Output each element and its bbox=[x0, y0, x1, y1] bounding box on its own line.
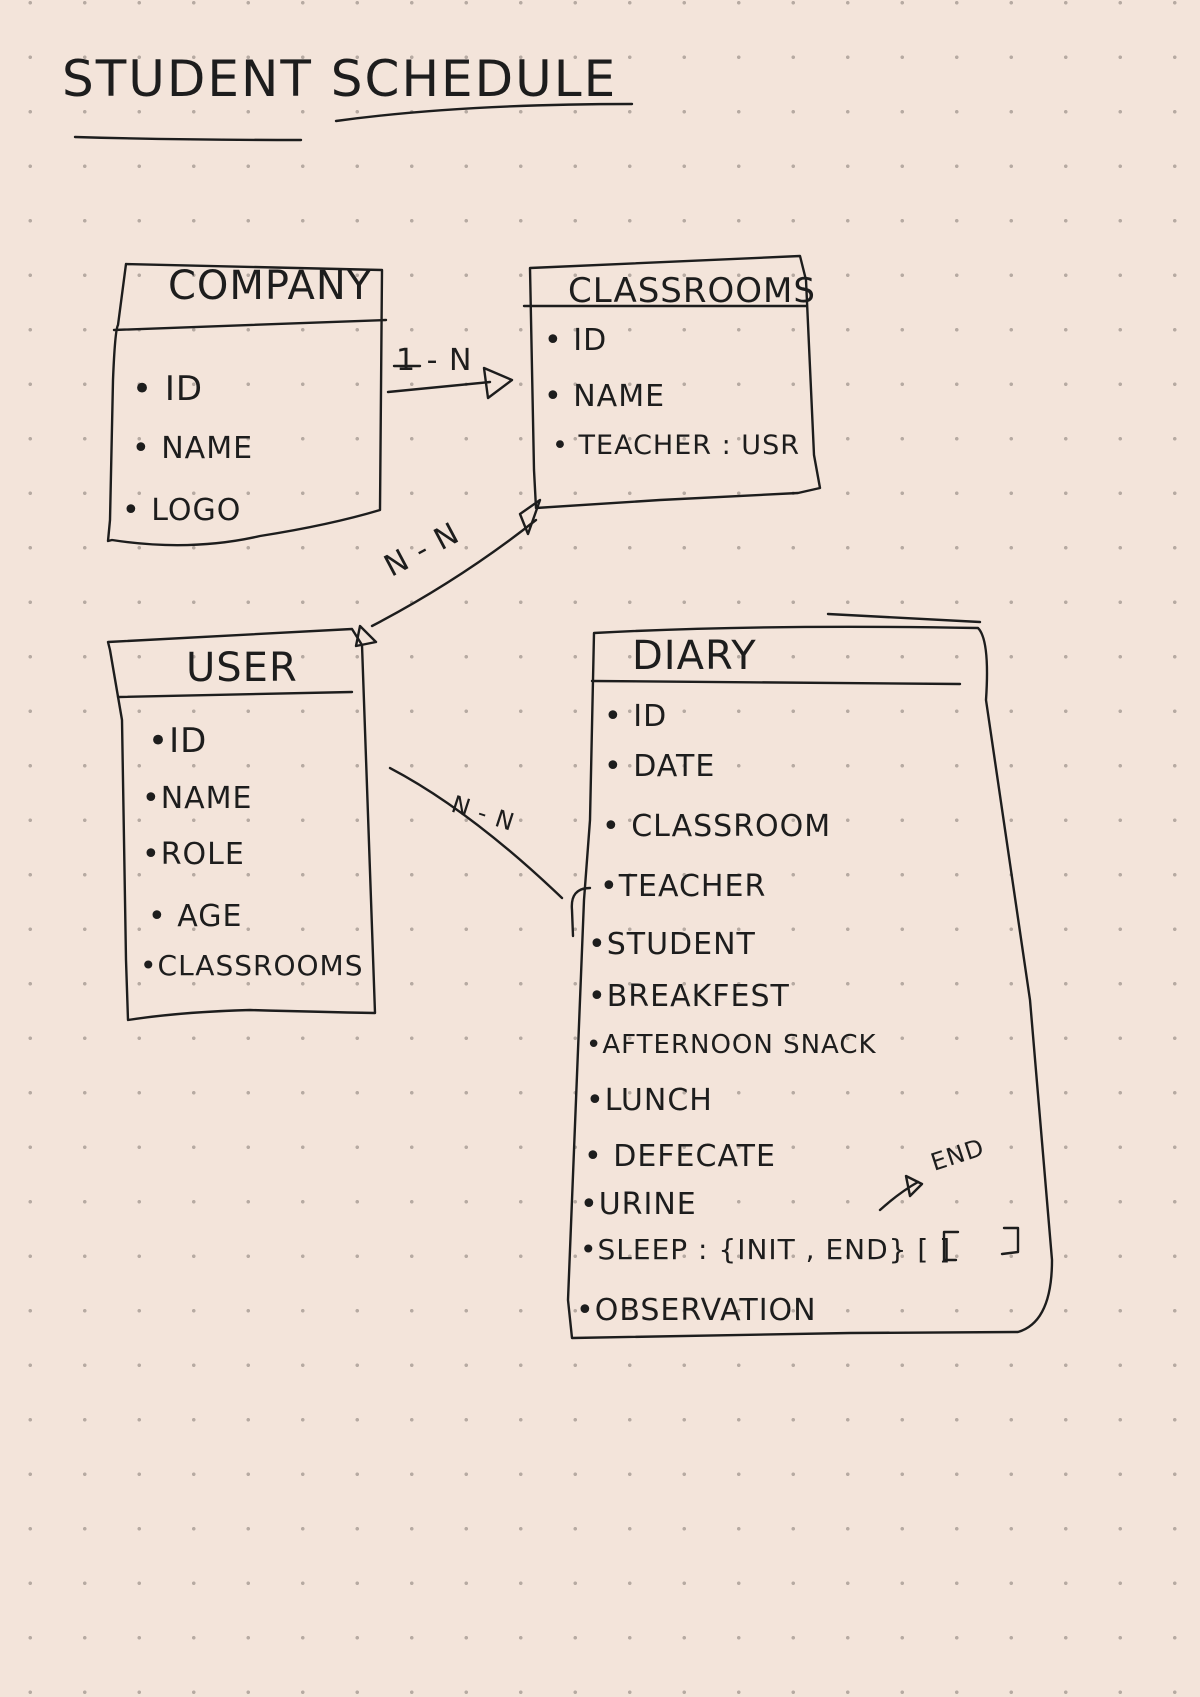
company-header-divider bbox=[112, 318, 388, 332]
diary-field: •URINE bbox=[580, 1187, 697, 1222]
company-field: • LOGO bbox=[122, 493, 242, 528]
diary-header: DIARY bbox=[632, 633, 757, 679]
sleep-end-arrowhead bbox=[904, 1174, 924, 1198]
diary-field: •TEACHER bbox=[600, 869, 767, 904]
diary-field: •BREAKFEST bbox=[588, 979, 790, 1014]
diary-field: • CLASSROOM bbox=[602, 809, 832, 844]
user-arrowhead bbox=[354, 624, 378, 648]
user-header: USER bbox=[186, 645, 298, 691]
user-field: •CLASSROOMS bbox=[140, 949, 364, 982]
user-header-divider bbox=[116, 690, 354, 699]
diary-field: • DEFECATE bbox=[584, 1139, 776, 1174]
diary-field: • ID bbox=[604, 699, 668, 734]
page-title: STUDENT SCHEDULE bbox=[62, 50, 618, 108]
classrooms-field: • TEACHER : USR bbox=[552, 430, 800, 461]
classrooms-field: • NAME bbox=[544, 379, 666, 414]
relationship-label-1n: 1 - N bbox=[396, 343, 473, 378]
diary-top-stroke bbox=[826, 612, 982, 624]
company-field: • NAME bbox=[132, 431, 254, 466]
company-field: • ID bbox=[132, 369, 204, 409]
company-header: COMPANY bbox=[168, 263, 373, 309]
sleep-end-arrow bbox=[878, 1180, 920, 1212]
diary-field: •OBSERVATION bbox=[576, 1293, 817, 1328]
user-field: • AGE bbox=[148, 899, 243, 934]
diary-field: •SLEEP : {INIT , END} [ ] bbox=[580, 1233, 952, 1266]
diary-field: • DATE bbox=[604, 749, 716, 784]
diary-field: •AFTERNOON SNACK bbox=[586, 1030, 877, 1060]
user-diary-line bbox=[388, 766, 564, 900]
diary-header-divider bbox=[590, 679, 962, 686]
user-field: •NAME bbox=[142, 781, 253, 816]
user-field: •ID bbox=[148, 721, 208, 761]
user-field: •ROLE bbox=[142, 837, 245, 872]
diary-field: •LUNCH bbox=[586, 1083, 713, 1118]
sleep-array-brackets bbox=[942, 1226, 1020, 1262]
diary-field: •STUDENT bbox=[588, 927, 756, 962]
classrooms-field: • ID bbox=[544, 323, 608, 358]
title-underline-left bbox=[73, 135, 303, 142]
classrooms-header: CLASSROOMS bbox=[568, 271, 816, 311]
company-classrooms-line bbox=[386, 380, 492, 394]
